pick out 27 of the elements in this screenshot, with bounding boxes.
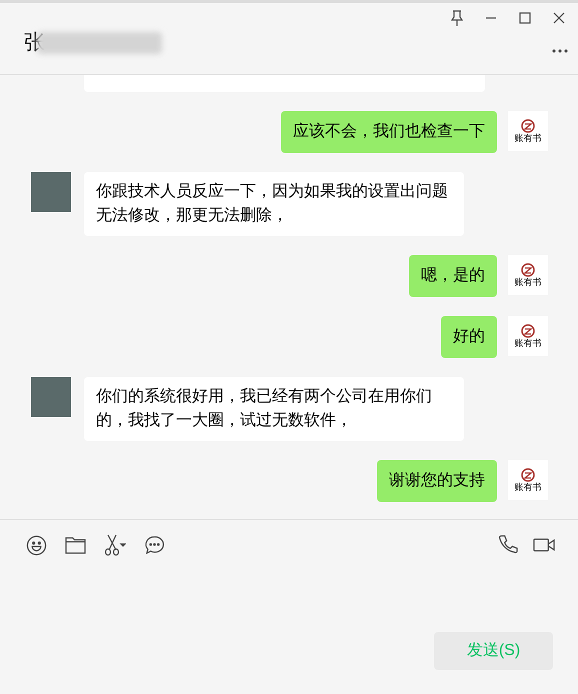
sent-message: 谢谢您的支持 xyxy=(377,460,497,502)
logo-text: 账有书 xyxy=(514,482,542,492)
sent-message: 嗯，是的 xyxy=(409,255,497,297)
video-camera-icon[interactable] xyxy=(533,536,556,552)
logo-avatar[interactable]: 账有书 xyxy=(508,111,548,151)
received-message: 你跟技术人员反应一下，因为如果我的设置出问题无法修改，那更无法删除， xyxy=(84,172,464,236)
logo-avatar[interactable]: 账有书 xyxy=(508,460,548,500)
folder-icon[interactable] xyxy=(65,536,86,554)
sent-message: 应该不会，我们也检查一下 xyxy=(281,111,497,153)
sent-message: 好的 xyxy=(441,316,497,358)
phone-icon[interactable] xyxy=(498,534,519,555)
logo-text: 账有书 xyxy=(514,133,542,143)
logo-icon xyxy=(521,324,535,338)
logo-icon xyxy=(521,119,535,133)
logo-icon xyxy=(521,263,535,277)
chat-bubble-icon[interactable] xyxy=(144,534,165,556)
more-icon[interactable] xyxy=(552,49,568,53)
received-message: 你们的系统很好用，我已经有两个公司在用你们的，我找了一大圈，试过无数软件， xyxy=(84,377,464,441)
logo-avatar[interactable]: 账有书 xyxy=(508,316,548,356)
emoji-icon[interactable] xyxy=(26,534,47,556)
logo-text: 账有书 xyxy=(514,277,542,287)
logo-icon xyxy=(521,468,535,482)
window-title: 张 xyxy=(24,30,45,56)
scissors-icon[interactable] xyxy=(104,534,126,556)
pin-icon[interactable] xyxy=(448,9,466,27)
logo-text: 账有书 xyxy=(514,338,542,348)
logo-avatar[interactable]: 账有书 xyxy=(508,255,548,295)
